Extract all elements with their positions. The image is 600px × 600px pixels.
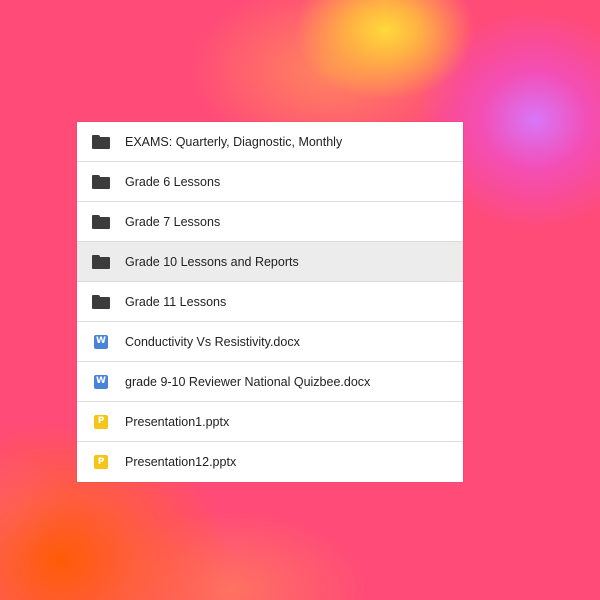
icon-cell — [77, 134, 125, 149]
file-row-grade-11[interactable]: Grade 11 Lessons — [77, 282, 463, 322]
folder-icon — [92, 294, 110, 309]
icon-cell — [77, 254, 125, 269]
icon-cell — [77, 294, 125, 309]
powerpoint-document-icon: P — [94, 414, 108, 429]
icon-cell — [77, 214, 125, 229]
file-row-grade-10[interactable]: Grade 10 Lessons and Reports — [77, 242, 463, 282]
icon-cell: W — [77, 374, 125, 389]
file-name: Grade 10 Lessons and Reports — [125, 254, 299, 269]
folder-icon — [92, 174, 110, 189]
file-name: EXAMS: Quarterly, Diagnostic, Monthly — [125, 134, 343, 149]
file-row-conductivity-docx[interactable]: W Conductivity Vs Resistivity.docx — [77, 322, 463, 362]
file-name: Grade 11 Lessons — [125, 294, 227, 309]
word-document-icon: W — [94, 374, 108, 389]
file-name: Presentation1.pptx — [125, 414, 230, 429]
file-name: Grade 7 Lessons — [125, 214, 221, 229]
folder-icon — [92, 254, 110, 269]
file-list: EXAMS: Quarterly, Diagnostic, Monthly Gr… — [77, 122, 463, 482]
folder-icon — [92, 134, 110, 149]
file-name: Presentation12.pptx — [125, 455, 237, 469]
icon-cell: P — [77, 455, 125, 469]
word-document-icon: W — [94, 334, 108, 349]
file-name: grade 9-10 Reviewer National Quizbee.doc… — [125, 374, 371, 389]
icon-cell: W — [77, 334, 125, 349]
file-row-grade-7[interactable]: Grade 7 Lessons — [77, 202, 463, 242]
file-name: Conductivity Vs Resistivity.docx — [125, 334, 300, 349]
file-row-presentation1-pptx[interactable]: P Presentation1.pptx — [77, 402, 463, 442]
powerpoint-document-icon: P — [94, 455, 108, 469]
file-name: Grade 6 Lessons — [125, 174, 221, 189]
file-row-exams[interactable]: EXAMS: Quarterly, Diagnostic, Monthly — [77, 122, 463, 162]
file-row-presentation12-pptx[interactable]: P Presentation12.pptx — [77, 442, 463, 482]
icon-cell — [77, 174, 125, 189]
folder-icon — [92, 214, 110, 229]
file-row-quizbee-docx[interactable]: W grade 9-10 Reviewer National Quizbee.d… — [77, 362, 463, 402]
icon-cell: P — [77, 414, 125, 429]
file-row-grade-6[interactable]: Grade 6 Lessons — [77, 162, 463, 202]
